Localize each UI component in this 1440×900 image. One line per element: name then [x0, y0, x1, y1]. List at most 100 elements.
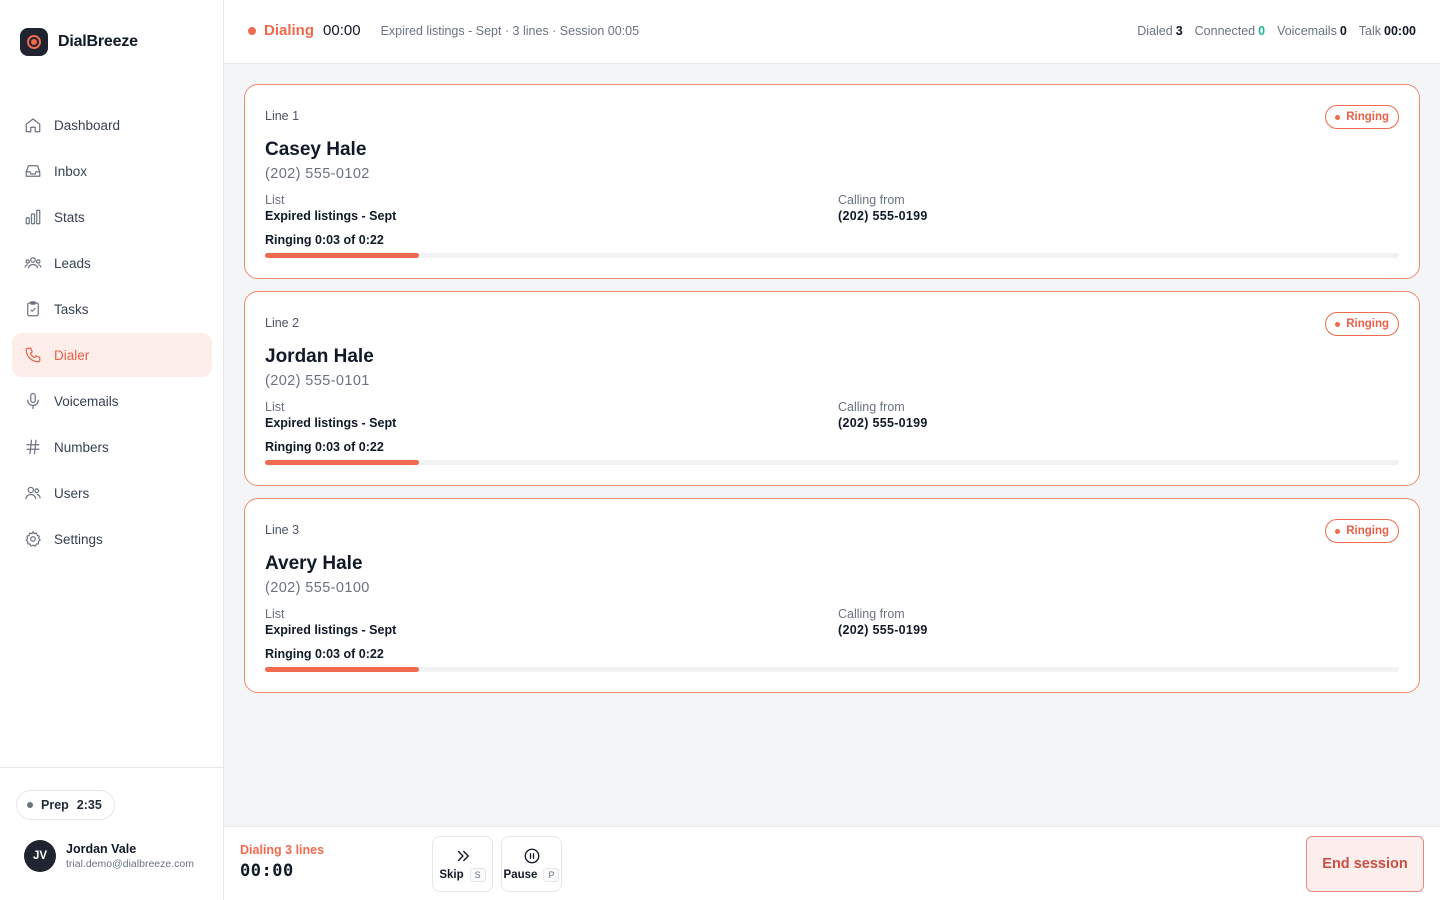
- status-dot: [248, 26, 256, 35]
- contact-name: Jordan Hale: [265, 346, 374, 367]
- prep-timer-pill[interactable]: Prep 2:35: [16, 790, 115, 820]
- user-profile[interactable]: JV Jordan Vale trial.demo@dialbreeze.com: [24, 840, 194, 872]
- session-stats: Dialed 3 Connected 0 Voicemails 0 Talk 00:00: [1137, 24, 1416, 38]
- dialing-status: Dialing 3 lines 00:00: [240, 843, 324, 881]
- contact-name: Casey Hale: [265, 139, 367, 160]
- line-card: Line 3 Ringing Avery Hale (202) 555-0100…: [244, 498, 1420, 693]
- sidebar-item-settings[interactable]: Settings: [12, 517, 212, 561]
- status-time: 00:00: [323, 22, 361, 39]
- sidebar-item-dashboard[interactable]: Dashboard: [12, 103, 212, 147]
- calling-from-label: Calling from: [838, 607, 905, 621]
- end-session-button[interactable]: End session: [1306, 836, 1424, 892]
- avatar: JV: [24, 840, 56, 872]
- sidebar-item-dialer[interactable]: Dialer: [12, 333, 212, 377]
- line-card: Line 1 Ringing Casey Hale (202) 555-0102…: [244, 84, 1420, 279]
- stat-dialed-value: 3: [1175, 24, 1183, 38]
- sidebar-item-users[interactable]: Users: [12, 471, 212, 515]
- sidebar-item-leads[interactable]: Leads: [12, 241, 212, 285]
- stat-connected-value: 0: [1258, 24, 1266, 38]
- pause-icon: [524, 848, 539, 863]
- session-meta: Expired listings - Sept · 3 lines · Sess…: [380, 23, 640, 38]
- sidebar-item-stats[interactable]: Stats: [12, 195, 212, 239]
- line-label: Line 3: [265, 523, 300, 537]
- calling-from-value: (202) 555-0199: [838, 416, 928, 430]
- sidebar-item-label: Numbers: [54, 439, 109, 455]
- ring-progress-fill: [265, 460, 420, 465]
- user-name: Jordan Vale: [66, 842, 137, 856]
- stat-voicemails-value: 0: [1339, 24, 1347, 38]
- ring-status-text: Ringing 0:03 of 0:22: [265, 233, 384, 247]
- ring-status-text: Ringing 0:03 of 0:22: [265, 647, 384, 661]
- calling-from-label: Calling from: [838, 193, 905, 207]
- bar-chart-icon: [24, 208, 42, 226]
- list-label: List: [265, 193, 285, 207]
- calling-from-label: Calling from: [838, 400, 905, 414]
- ring-progress-bar: [265, 460, 1399, 465]
- ring-progress-fill: [265, 253, 420, 258]
- contact-phone: (202) 555-0100: [265, 580, 370, 596]
- phone-icon: [24, 346, 42, 364]
- sidebar-item-voicemails[interactable]: Voicemails: [12, 379, 212, 423]
- session-header: Dialing 00:00 Expired listings - Sept · …: [224, 0, 1440, 64]
- stat-talk: Talk 00:00: [1358, 24, 1416, 38]
- sidebar-item-label: Voicemails: [54, 393, 119, 409]
- prep-time: 2:35: [76, 798, 102, 812]
- sidebar-item-numbers[interactable]: Numbers: [12, 425, 212, 469]
- prep-status-dot: [27, 802, 33, 808]
- list-label: List: [265, 400, 285, 414]
- status-badge: Ringing: [1325, 519, 1399, 543]
- pause-button[interactable]: Pause P: [501, 836, 562, 892]
- home-icon: [24, 116, 42, 134]
- skip-shortcut: S: [469, 867, 486, 882]
- sidebar: DialBreeze Dashboard Inbox Stats Leads T…: [0, 0, 224, 900]
- ring-progress-bar: [265, 253, 1399, 258]
- list-value: Expired listings - Sept: [265, 209, 397, 223]
- skip-forward-icon: [457, 850, 469, 861]
- hash-icon: [24, 438, 42, 456]
- brand-name: DialBreeze: [58, 33, 138, 50]
- clipboard-icon: [24, 300, 42, 318]
- stat-connected: Connected 0: [1194, 24, 1266, 38]
- sidebar-nav: Dashboard Inbox Stats Leads Tasks Dialer…: [12, 103, 212, 563]
- stat-voicemails: Voicemails 0: [1277, 24, 1347, 38]
- stat-dialed: Dialed 3: [1137, 24, 1183, 38]
- sidebar-footer: Prep 2:35 JV Jordan Vale trial.demo@dial…: [0, 767, 224, 900]
- sidebar-item-inbox[interactable]: Inbox: [12, 149, 212, 193]
- brand-logo-icon: [20, 28, 48, 56]
- sidebar-item-label: Stats: [54, 209, 85, 225]
- session-status: Dialing 00:00 Expired listings - Sept · …: [248, 22, 639, 39]
- sidebar-item-label: Leads: [54, 255, 91, 271]
- pause-shortcut: P: [543, 867, 560, 882]
- stat-talk-value: 00:00: [1384, 24, 1416, 38]
- dialing-lines-text: Dialing 3 lines: [240, 843, 325, 857]
- calling-from-value: (202) 555-0199: [838, 209, 928, 223]
- status-badge: Ringing: [1325, 312, 1399, 336]
- sidebar-item-label: Dialer: [54, 347, 90, 363]
- sidebar-item-label: Inbox: [54, 163, 88, 179]
- sidebar-item-label: Dashboard: [54, 117, 121, 133]
- pause-label: Pause: [503, 868, 538, 881]
- sidebar-item-tasks[interactable]: Tasks: [12, 287, 212, 331]
- prep-label: Prep: [41, 798, 69, 812]
- list-label: List: [265, 607, 285, 621]
- status-label: Dialing: [264, 22, 315, 39]
- ring-status-text: Ringing 0:03 of 0:22: [265, 440, 384, 454]
- list-value: Expired listings - Sept: [265, 416, 397, 430]
- sidebar-item-label: Settings: [54, 531, 103, 547]
- brand[interactable]: DialBreeze: [20, 28, 138, 56]
- ring-progress-bar: [265, 667, 1399, 672]
- status-badge: Ringing: [1325, 105, 1399, 129]
- skip-button[interactable]: Skip S: [432, 836, 493, 892]
- contact-phone: (202) 555-0101: [265, 373, 370, 389]
- line-label: Line 1: [265, 109, 300, 123]
- skip-label: Skip: [439, 868, 464, 881]
- sidebar-item-label: Tasks: [54, 301, 89, 317]
- ring-progress-fill: [265, 667, 420, 672]
- contact-name: Avery Hale: [265, 553, 363, 574]
- line-card: Line 2 Ringing Jordan Hale (202) 555-010…: [244, 291, 1420, 486]
- calling-from-value: (202) 555-0199: [838, 623, 928, 637]
- dialer-control-bar: Dialing 3 lines 00:00 Skip S Pause P End…: [224, 826, 1440, 900]
- dialer-lines: Line 1 Ringing Casey Hale (202) 555-0102…: [244, 84, 1420, 705]
- sidebar-item-label: Users: [54, 485, 90, 501]
- leads-icon: [24, 254, 42, 272]
